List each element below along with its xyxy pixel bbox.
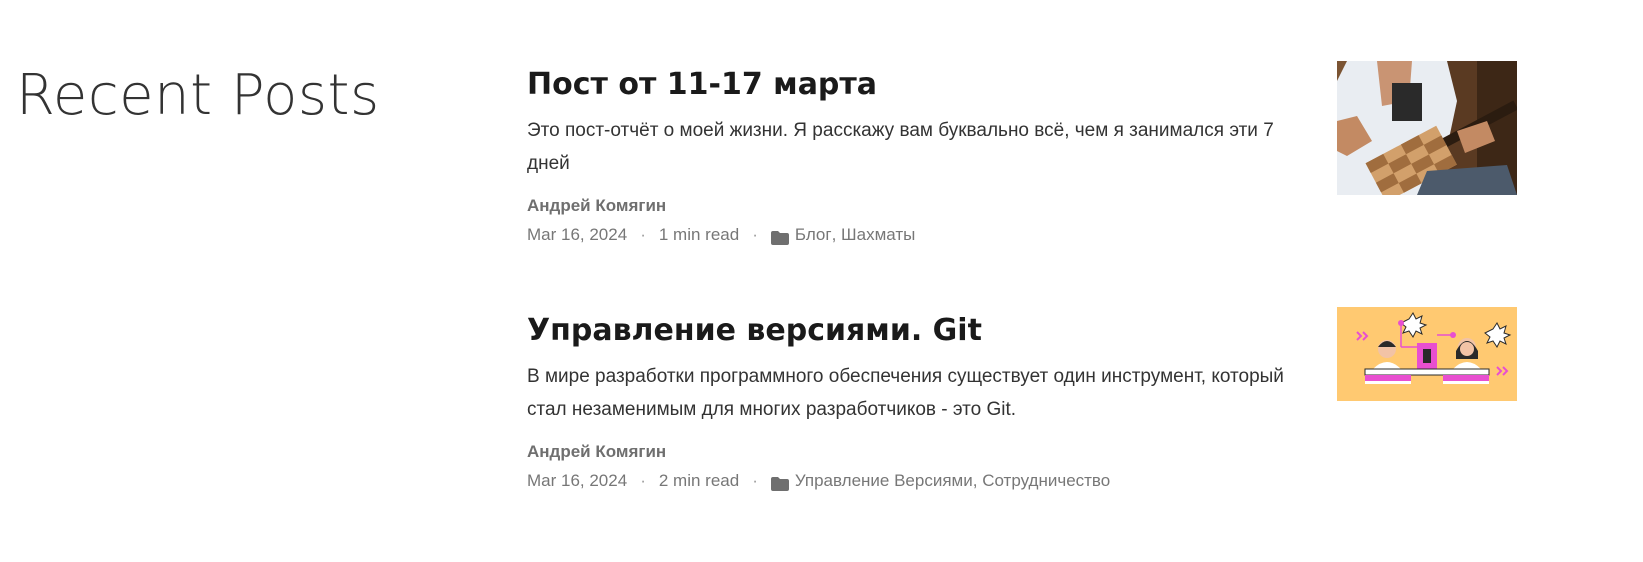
post-meta: Mar 16, 2024 · 1 min read · Блог , Шахма… (527, 223, 1317, 247)
post-thumbnail[interactable] (1337, 61, 1517, 195)
post-excerpt: Это пост-отчёт о моей жизни. Я расскажу … (527, 120, 1274, 174)
category-link[interactable]: Шахматы (841, 223, 915, 247)
post-thumbnail[interactable] (1337, 307, 1517, 401)
category-separator: , (831, 225, 842, 244)
category-link[interactable]: Блог (795, 223, 832, 247)
post-date: Mar 16, 2024 (527, 225, 628, 244)
post-list: Пост от 11-17 марта Это пост-отчёт о мое… (527, 60, 1597, 552)
post-date: Mar 16, 2024 (527, 471, 628, 490)
post-meta: Mar 16, 2024 · 2 min read · Управление В… (527, 469, 1317, 493)
category-link[interactable]: Управление Версиями (795, 469, 973, 493)
meta-separator: · (752, 225, 758, 244)
folder-icon (770, 474, 789, 491)
post-title-link[interactable]: Управление версиями. Git (527, 306, 1317, 352)
post-title-link[interactable]: Пост от 11-17 марта (527, 60, 1317, 106)
category-separator: , (972, 471, 983, 490)
meta-separator: · (640, 225, 646, 244)
developers-illustration-icon (1337, 307, 1517, 401)
post-excerpt: В мире разработки программного обеспечен… (527, 366, 1284, 420)
post-read-time: 2 min read (658, 471, 740, 490)
post-read-time: 1 min read (658, 225, 740, 244)
guitar-photo-icon (1337, 61, 1517, 195)
meta-separator: · (752, 471, 758, 490)
section-title: Recent Posts (16, 63, 380, 128)
post-author-link[interactable]: Андрей Комягин (527, 440, 1317, 464)
meta-separator: · (640, 471, 646, 490)
post-body: Управление версиями. Git В мире разработ… (527, 306, 1317, 493)
post-author-link[interactable]: Андрей Комягин (527, 194, 1317, 218)
post-card: Управление версиями. Git В мире разработ… (527, 306, 1597, 552)
folder-icon (770, 228, 789, 245)
post-card: Пост от 11-17 марта Это пост-отчёт о мое… (527, 60, 1597, 306)
post-body: Пост от 11-17 марта Это пост-отчёт о мое… (527, 60, 1317, 247)
category-link[interactable]: Сотрудничество (982, 469, 1110, 493)
